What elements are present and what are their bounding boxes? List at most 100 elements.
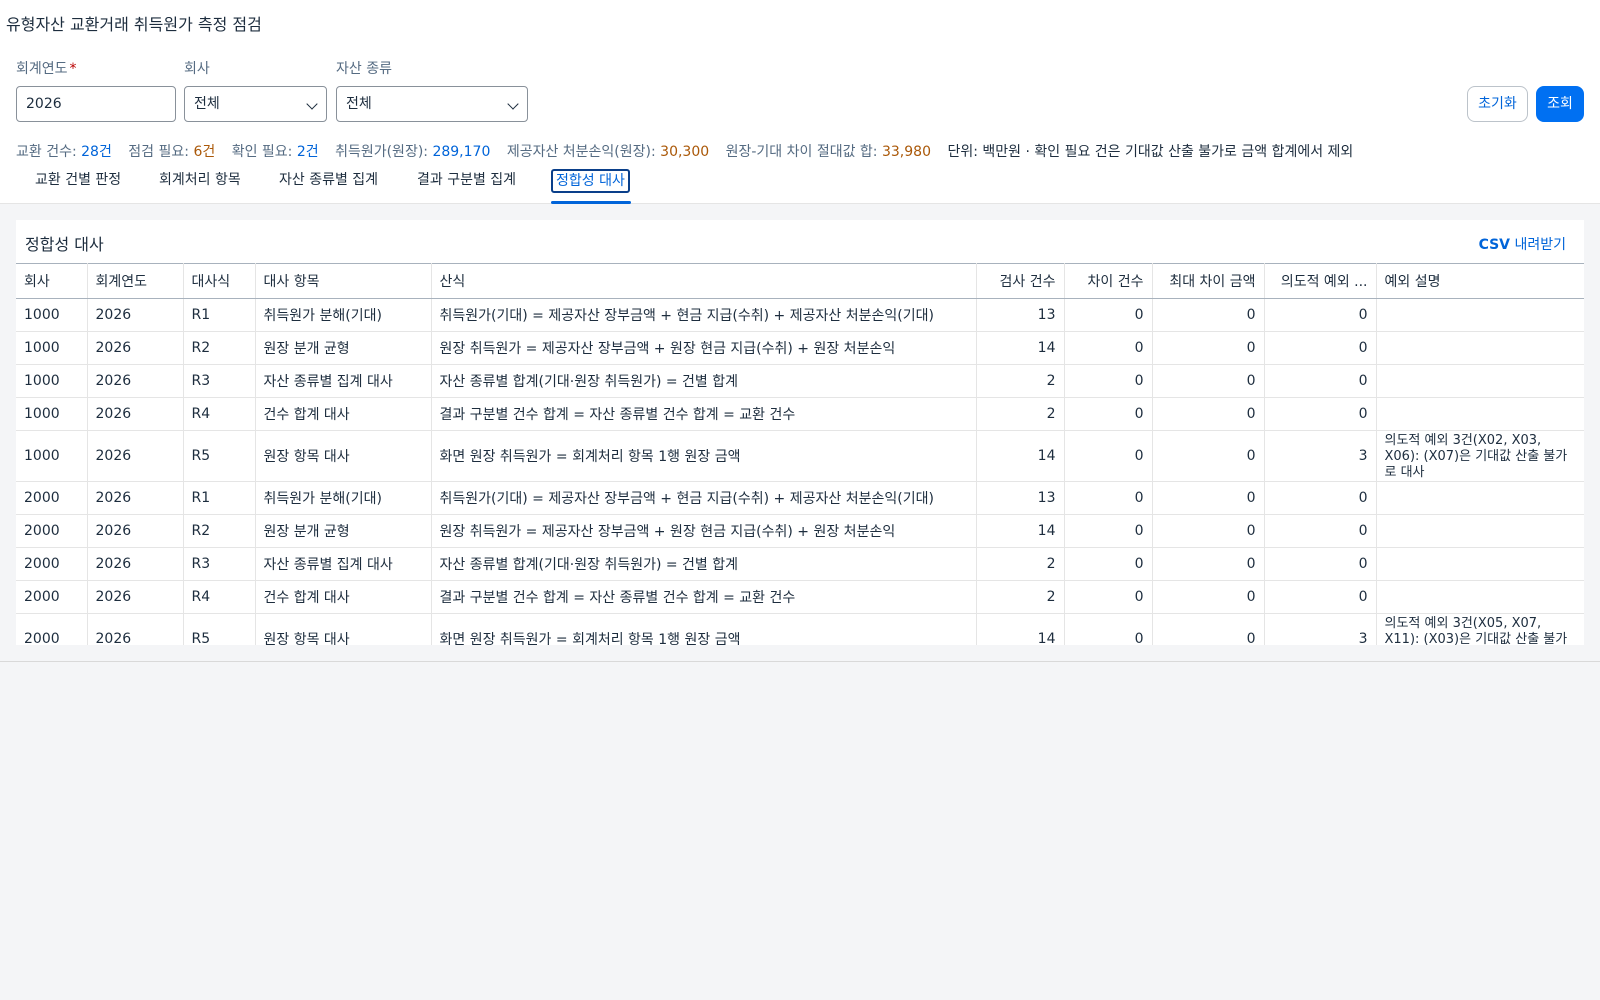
cell-formula: 결과 구분별 건수 합계 = 자산 종류별 건수 합계 = 교환 건수 bbox=[431, 580, 977, 614]
tab-exchange-judgment[interactable]: 교환 건별 판정 bbox=[35, 170, 121, 192]
fiscal-year-field: 회계연도 * bbox=[16, 60, 77, 80]
table-row[interactable]: 2000 2026 R2 원장 분개 균형 원장 취득원가 = 제공자산 장부금액 + … bbox=[16, 514, 1584, 548]
col-header-company[interactable]: 회사 bbox=[16, 263, 88, 299]
cell-rule: R3 bbox=[183, 364, 256, 398]
table-row[interactable]: 1000 2026 R2 원장 분개 균형 원장 취득원가 = 제공자산 장부금액 + … bbox=[16, 331, 1584, 365]
cell-diff-count: 0 bbox=[1064, 613, 1153, 645]
company-label: 회사 bbox=[184, 61, 210, 77]
summary-bar: 교환 건수: 28건 점검 필요: 6건 확인 필요: 2건 취득원가(원장):… bbox=[16, 141, 1353, 161]
cell-intentional-exceptions: 0 bbox=[1264, 364, 1377, 398]
table-body: 1000 2026 R1 취득원가 분해(기대) 취득원가(기대) = 제공자산 장부금… bbox=[16, 298, 1584, 645]
content-divider bbox=[0, 661, 1600, 662]
cell-company: 1000 bbox=[16, 430, 88, 482]
cell-exception-note bbox=[1376, 397, 1584, 431]
cell-checked-count: 14 bbox=[976, 613, 1065, 645]
col-header-rule[interactable]: 대사식 bbox=[183, 263, 256, 299]
cell-exception-note bbox=[1376, 298, 1584, 332]
cell-exception-note bbox=[1376, 514, 1584, 548]
cell-diff-count: 0 bbox=[1064, 514, 1153, 548]
col-header-exception-note[interactable]: 예외 설명 bbox=[1376, 263, 1584, 299]
cell-fiscal-year: 2026 bbox=[87, 547, 184, 581]
cell-max-diff: 0 bbox=[1152, 364, 1265, 398]
cell-formula: 원장 취득원가 = 제공자산 장부금액 + 원장 현금 지급(수취) + 원장 … bbox=[431, 514, 977, 548]
cell-exception-note bbox=[1376, 481, 1584, 515]
col-header-formula[interactable]: 산식 bbox=[431, 263, 977, 299]
summary-confirm-needed: 확인 필요: 2건 bbox=[231, 144, 319, 160]
cell-item: 자산 종류별 집계 대사 bbox=[255, 547, 432, 581]
tab-consistency-reconciliation[interactable]: 정합성 대사 bbox=[551, 169, 630, 193]
cell-rule: R2 bbox=[183, 514, 256, 548]
cell-formula: 자산 종류별 합계(기대·원장 취득원가) = 건별 합계 bbox=[431, 547, 977, 581]
company-field: 회사 bbox=[184, 60, 210, 80]
cell-formula: 자산 종류별 합계(기대·원장 취득원가) = 건별 합계 bbox=[431, 364, 977, 398]
cell-checked-count: 13 bbox=[976, 298, 1065, 332]
reset-button[interactable]: 초기화 bbox=[1467, 86, 1528, 122]
cell-intentional-exceptions: 3 bbox=[1264, 613, 1377, 645]
summary-acquisition-cost: 취득원가(원장): 289,170 bbox=[335, 144, 491, 160]
col-header-checked-count[interactable]: 검사 건수 bbox=[976, 263, 1065, 299]
summary-disposal-gain: 제공자산 처분손익(원장): 30,300 bbox=[506, 144, 710, 160]
table-row[interactable]: 1000 2026 R4 건수 합계 대사 결과 구분별 건수 합계 = 자산 종류별 … bbox=[16, 397, 1584, 431]
cell-item: 원장 항목 대사 bbox=[255, 613, 432, 645]
cell-checked-count: 2 bbox=[976, 547, 1065, 581]
tab-result-summary[interactable]: 결과 구분별 집계 bbox=[417, 170, 516, 192]
cell-fiscal-year: 2026 bbox=[87, 580, 184, 614]
cell-max-diff: 0 bbox=[1152, 298, 1265, 332]
col-header-max-diff[interactable]: 최대 차이 금액 bbox=[1152, 263, 1265, 299]
cell-company: 2000 bbox=[16, 580, 88, 614]
cell-item: 원장 분개 균형 bbox=[255, 331, 432, 365]
cell-diff-count: 0 bbox=[1064, 397, 1153, 431]
page-title: 유형자산 교환거래 취득원가 측정 점검 bbox=[6, 15, 262, 34]
table-header-row: 회사 회계연도 대사식 대사 항목 산식 검사 건수 차이 건수 최대 차이 금… bbox=[16, 263, 1584, 299]
table-row[interactable]: 1000 2026 R1 취득원가 분해(기대) 취득원가(기대) = 제공자산 장부금… bbox=[16, 298, 1584, 332]
col-header-fiscal-year[interactable]: 회계연도 bbox=[87, 263, 184, 299]
cell-diff-count: 0 bbox=[1064, 547, 1153, 581]
cell-formula: 결과 구분별 건수 합계 = 자산 종류별 건수 합계 = 교환 건수 bbox=[431, 397, 977, 431]
col-header-intentional-exceptions[interactable]: 의도적 예외 ... bbox=[1264, 263, 1377, 299]
tab-accounting-items[interactable]: 회계처리 항목 bbox=[159, 170, 241, 192]
cell-max-diff: 0 bbox=[1152, 580, 1265, 614]
company-select-value: 전체 bbox=[194, 96, 220, 112]
panel-title: 정합성 대사 bbox=[25, 235, 104, 254]
company-select[interactable]: 전체 bbox=[184, 86, 327, 122]
csv-download-link[interactable]: CSV 내려받기 bbox=[1479, 234, 1566, 254]
cell-formula: 원장 취득원가 = 제공자산 장부금액 + 원장 현금 지급(수취) + 원장 … bbox=[431, 331, 977, 365]
table-row[interactable]: 1000 2026 R3 자산 종류별 집계 대사 자산 종류별 합계(기대·원장 취득… bbox=[16, 364, 1584, 398]
table-row[interactable]: 2000 2026 R1 취득원가 분해(기대) 취득원가(기대) = 제공자산 장부금… bbox=[16, 481, 1584, 515]
cell-exception-note bbox=[1376, 331, 1584, 365]
cell-intentional-exceptions: 0 bbox=[1264, 514, 1377, 548]
asset-type-field: 자산 종류 bbox=[336, 60, 392, 80]
cell-fiscal-year: 2026 bbox=[87, 397, 184, 431]
table-row[interactable]: 2000 2026 R3 자산 종류별 집계 대사 자산 종류별 합계(기대·원장 취득… bbox=[16, 547, 1584, 581]
table-row[interactable]: 2000 2026 R5 원장 항목 대사 화면 원장 취득원가 = 회계처리 항목 1… bbox=[16, 613, 1584, 645]
cell-max-diff: 0 bbox=[1152, 430, 1265, 482]
tab-asset-type-summary[interactable]: 자산 종류별 집계 bbox=[279, 170, 378, 192]
asset-type-select[interactable]: 전체 bbox=[336, 86, 528, 122]
cell-checked-count: 2 bbox=[976, 397, 1065, 431]
cell-fiscal-year: 2026 bbox=[87, 298, 184, 332]
cell-rule: R5 bbox=[183, 613, 256, 645]
col-header-item[interactable]: 대사 항목 bbox=[255, 263, 432, 299]
search-button[interactable]: 조회 bbox=[1536, 86, 1584, 122]
reconciliation-panel: 정합성 대사 CSV 내려받기 회사 회계연도 대사식 대사 항목 산식 검사 … bbox=[16, 220, 1584, 645]
table-row[interactable]: 2000 2026 R4 건수 합계 대사 결과 구분별 건수 합계 = 자산 종류별 … bbox=[16, 580, 1584, 614]
cell-rule: R5 bbox=[183, 430, 256, 482]
cell-fiscal-year: 2026 bbox=[87, 481, 184, 515]
chevron-down-icon bbox=[507, 98, 519, 110]
fiscal-year-input[interactable]: 2026 bbox=[16, 86, 176, 122]
cell-intentional-exceptions: 3 bbox=[1264, 430, 1377, 482]
summary-unit-note: 단위: 백만원 · 확인 필요 건은 기대값 산출 불가로 금액 합계에서 제외 bbox=[947, 144, 1354, 160]
cell-company: 1000 bbox=[16, 364, 88, 398]
cell-item: 원장 분개 균형 bbox=[255, 514, 432, 548]
table-row[interactable]: 1000 2026 R5 원장 항목 대사 화면 원장 취득원가 = 회계처리 항목 1… bbox=[16, 430, 1584, 482]
cell-item: 취득원가 분해(기대) bbox=[255, 481, 432, 515]
cell-exception-note bbox=[1376, 364, 1584, 398]
cell-company: 2000 bbox=[16, 481, 88, 515]
cell-intentional-exceptions: 0 bbox=[1264, 547, 1377, 581]
col-header-diff-count[interactable]: 차이 건수 bbox=[1064, 263, 1153, 299]
filter-bar: 회계연도 * 2026 회사 전체 자산 종류 전체 초기화 조회 교환 건수: … bbox=[0, 44, 1600, 160]
cell-checked-count: 14 bbox=[976, 331, 1065, 365]
cell-company: 1000 bbox=[16, 397, 88, 431]
reconciliation-table: 회사 회계연도 대사식 대사 항목 산식 검사 건수 차이 건수 최대 차이 금… bbox=[16, 263, 1584, 645]
cell-formula: 화면 원장 취득원가 = 회계처리 항목 1행 원장 금액 bbox=[431, 430, 977, 482]
